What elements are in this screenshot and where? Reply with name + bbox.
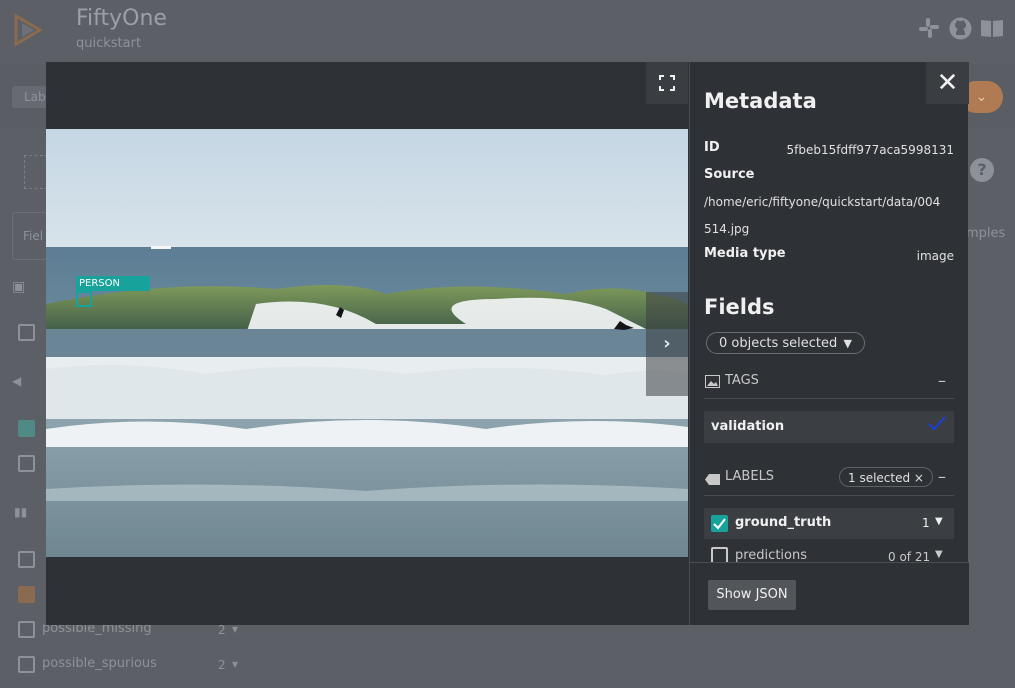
metadata-source-value: /home/eric/fiftyone/quickstart/data/004: [704, 195, 941, 209]
background-field-count: 2: [218, 623, 226, 637]
checkbox-unchecked[interactable]: [711, 547, 728, 563]
close-modal-button[interactable]: ✕: [926, 62, 969, 104]
objects-selected-label: 0 objects selected: [719, 336, 838, 351]
detection-label: PERSON: [76, 276, 150, 291]
show-json-button[interactable]: Show JSON: [708, 580, 796, 610]
objects-selected-dropdown[interactable]: 0 objects selected ▼: [706, 332, 865, 354]
label-field-name: ground_truth: [735, 515, 832, 530]
detection-bounding-box[interactable]: [76, 291, 92, 307]
metadata-id-key: ID: [704, 140, 720, 155]
metadata-media-type-key: Media type: [704, 246, 786, 261]
background-field-search: Fiel: [12, 212, 46, 260]
fiftyone-logo-icon[interactable]: [10, 12, 46, 48]
background-checkbox: [18, 656, 35, 673]
sample-modal: PERSON › ✕ Metadata ID 5fbeb15fdff977aca…: [46, 62, 969, 625]
tag-row-validation[interactable]: validation: [704, 411, 954, 443]
slack-icon[interactable]: [918, 17, 940, 44]
metadata-source-value-cont: 514.jpg: [704, 222, 750, 236]
docs-book-icon[interactable]: [980, 18, 1004, 43]
caret-down-icon: ▼: [843, 337, 852, 350]
json-footer: Show JSON: [690, 562, 969, 625]
modal-sidebar: ✕ Metadata ID 5fbeb15fdff977aca5998131 S…: [689, 62, 969, 625]
chevron-down-icon: ▾: [232, 657, 239, 671]
background-tags-icon: ▣: [12, 279, 26, 295]
sample-image: [46, 129, 688, 557]
background-checkbox: [18, 455, 35, 472]
label-row-ground-truth[interactable]: ground_truth 1 ▼: [704, 508, 954, 539]
collapse-tags-icon[interactable]: –: [938, 371, 946, 390]
next-sample-button[interactable]: ›: [646, 292, 688, 396]
github-icon[interactable]: [949, 17, 972, 45]
tag-label: validation: [711, 419, 785, 434]
divider: [704, 398, 954, 399]
background-checkbox: [18, 551, 35, 568]
help-icon: ?: [970, 158, 994, 182]
fields-title: Fields: [704, 295, 775, 319]
label-field-count: 1: [922, 516, 930, 530]
caret-down-icon[interactable]: ▼: [935, 549, 943, 560]
labels-section-title: LABELS: [725, 469, 775, 484]
divider: [704, 495, 954, 496]
metadata-title: Metadata: [704, 89, 817, 113]
metadata-source-key: Source: [704, 167, 755, 182]
image-viewer[interactable]: PERSON ›: [46, 62, 688, 625]
tags-section-title: TAGS: [725, 373, 759, 388]
background-checkbox: [18, 621, 35, 638]
background-scalars-icon: ▮▮: [14, 505, 28, 519]
background-labels-icon: ◀: [12, 374, 22, 388]
labels-icon: [705, 470, 720, 489]
background-field-label: possible_spurious: [42, 656, 157, 671]
background-checkbox: [18, 324, 35, 341]
caret-down-icon[interactable]: ▼: [935, 516, 943, 527]
dataset-name: quickstart: [76, 36, 142, 51]
selected-labels-chip[interactable]: 1 selected ×: [839, 467, 933, 487]
label-field-name: predictions: [735, 548, 807, 563]
background-add-stage: [24, 155, 48, 189]
tags-icon: [705, 373, 720, 392]
app-title: FiftyOne: [76, 6, 167, 31]
background-samples-label: mples: [966, 226, 1006, 241]
background-checkbox-checked: [18, 420, 35, 437]
fullscreen-icon: [659, 75, 675, 91]
background-field-count: 2: [218, 658, 226, 672]
fullscreen-button[interactable]: [646, 62, 688, 104]
checkbox-checked[interactable]: [711, 515, 728, 532]
metadata-media-type-value: image: [916, 249, 954, 263]
collapse-labels-icon[interactable]: –: [938, 467, 946, 486]
metadata-id-value: 5fbeb15fdff977aca5998131: [786, 143, 954, 157]
background-checkbox-orange: [18, 586, 35, 603]
checkmark-icon: [928, 415, 946, 435]
label-row-predictions[interactable]: predictions 0 of 21 ▼: [704, 543, 954, 563]
